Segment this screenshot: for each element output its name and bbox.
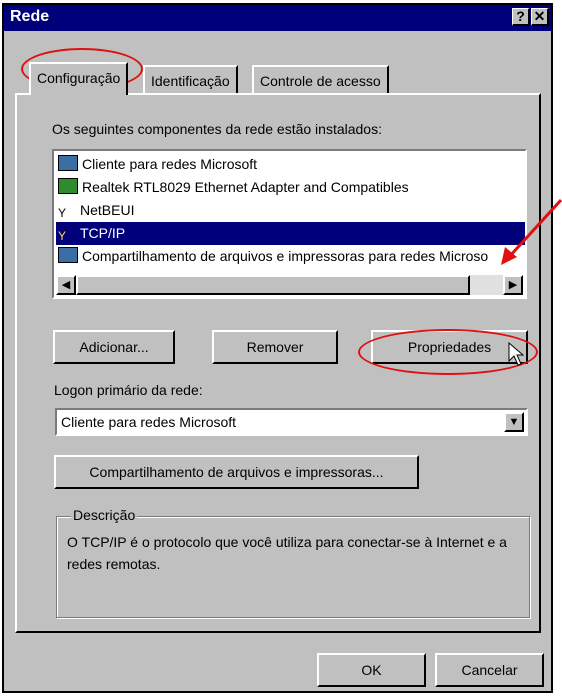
logon-select-value: Cliente para redes Microsoft (61, 414, 237, 430)
list-item[interactable]: Realtek RTL8029 Ethernet Adapter and Com… (58, 176, 409, 199)
tab-label: Configuração (37, 70, 121, 86)
list-item[interactable]: Cliente para redes Microsoft (58, 153, 257, 176)
file-print-sharing-button[interactable]: Compartilhamento de arquivos e impressor… (54, 455, 419, 489)
close-icon: ✕ (533, 8, 546, 24)
protocol-icon: Y (58, 206, 67, 220)
list-item-selected[interactable]: Y TCP/IP (56, 222, 525, 245)
description-group: Descrição O TCP/IP é o protocolo que voc… (56, 507, 530, 618)
scroll-right-button[interactable]: ▶ (503, 275, 523, 295)
list-item-label: NetBEUI (80, 202, 135, 218)
components-list[interactable]: Cliente para redes Microsoft Realtek RTL… (52, 149, 527, 299)
add-button[interactable]: Adicionar... (53, 330, 175, 364)
tab-controle-de-acesso[interactable]: Controle de acesso (252, 65, 389, 93)
list-item-label: Realtek RTL8029 Ethernet Adapter and Com… (82, 179, 409, 195)
tab-identificacao[interactable]: Identificação (143, 65, 238, 93)
arrow-right-icon: ▶ (508, 279, 518, 291)
ok-button[interactable]: OK (317, 653, 426, 687)
service-icon (58, 247, 78, 263)
horizontal-scrollbar[interactable]: ◀ ▶ (56, 275, 523, 295)
components-label: Os seguintes componentes da rede estão i… (52, 121, 382, 137)
list-item-label: TCP/IP (80, 225, 126, 241)
tab-label: Controle de acesso (260, 73, 381, 89)
title-bar[interactable]: Rede ? ✕ (4, 5, 551, 31)
list-item[interactable]: Compartilhamento de arquivos e impressor… (58, 245, 488, 268)
list-item-label: Compartilhamento de arquivos e impressor… (82, 248, 489, 264)
dropdown-button[interactable]: ▼ (504, 412, 524, 432)
description-title: Descrição (71, 507, 138, 523)
annotation-arrow-icon (501, 198, 562, 265)
help-button[interactable]: ? (512, 8, 530, 26)
list-item[interactable]: Y NetBEUI (58, 199, 134, 222)
close-button[interactable]: ✕ (531, 8, 549, 26)
tab-configuracao[interactable]: Configuração (29, 62, 129, 95)
network-adapter-icon (58, 178, 78, 194)
scroll-thumb[interactable] (76, 275, 470, 295)
window-title: Rede (10, 8, 50, 25)
description-text: O TCP/IP é o protocolo que você utiliza … (67, 534, 507, 572)
chevron-down-icon: ▼ (508, 416, 520, 428)
arrow-left-icon: ◀ (61, 279, 71, 291)
mouse-cursor-icon (508, 342, 524, 366)
tab-label: Identificação (151, 73, 230, 89)
client-icon (58, 155, 78, 171)
scroll-left-button[interactable]: ◀ (56, 275, 76, 295)
protocol-icon: Y (58, 229, 67, 243)
logon-select[interactable]: Cliente para redes Microsoft ▼ (55, 408, 528, 436)
list-item-label: Cliente para redes Microsoft (82, 156, 258, 172)
remove-button[interactable]: Remover (212, 330, 338, 364)
cancel-button[interactable]: Cancelar (435, 653, 544, 687)
logon-label: Logon primário da rede: (54, 382, 203, 398)
